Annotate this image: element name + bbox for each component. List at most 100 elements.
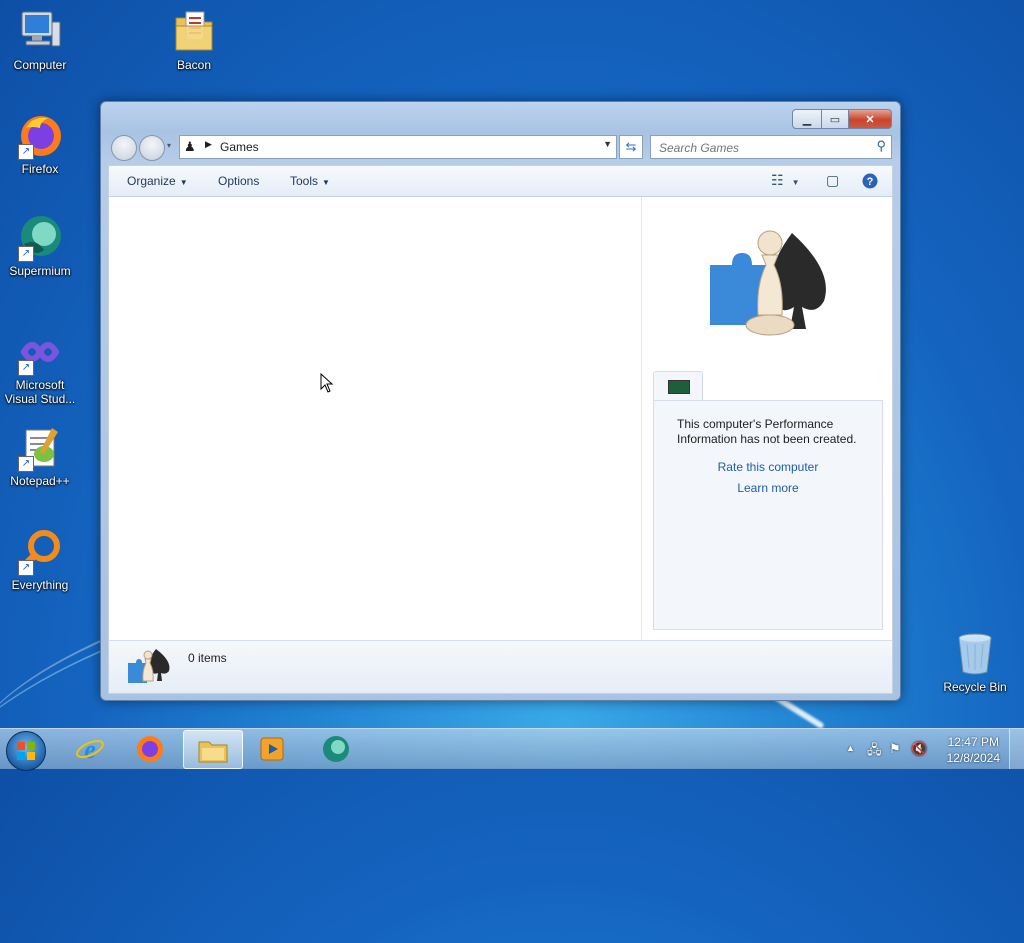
taskbar-media-player[interactable]: [243, 730, 301, 767]
address-bar[interactable]: ♟ ▶ Games ▼: [179, 135, 617, 159]
windows-explorer-icon: [198, 741, 228, 762]
view-list-icon: ☷: [771, 172, 784, 188]
desktop-icon-computer[interactable]: Computer: [0, 8, 80, 72]
show-hidden-icons-button[interactable]: ▲: [846, 743, 855, 753]
windows-logo-icon: [17, 742, 35, 760]
shortcut-arrow-icon: ↗: [18, 144, 34, 160]
performance-tab[interactable]: [653, 371, 703, 402]
network-icon[interactable]: 🖧: [867, 741, 882, 763]
chevron-down-icon: ▼: [179, 178, 188, 187]
desktop-icon-label: Firefox: [21, 162, 59, 176]
supermium-icon: ↗: [16, 214, 64, 262]
shortcut-arrow-icon: ↗: [18, 246, 34, 262]
clock-time: 12:47 PM: [947, 735, 999, 749]
performance-meter-icon: [668, 380, 690, 394]
desktop-icon-notepadpp[interactable]: ↗ Notepad++: [0, 424, 80, 488]
desktop-icon-label: Bacon: [176, 58, 212, 72]
taskbar-supermium[interactable]: [307, 730, 365, 767]
everything-search-icon: ↗: [16, 528, 64, 576]
firefox-icon: [137, 735, 163, 762]
options-label: Options: [218, 174, 260, 188]
taskbar: e ▲ 🖧 ⚑ 🔇 12:47 PM 12/8/2024: [0, 728, 1024, 771]
desktop-icon-label: Microsoft Visual Stud...: [4, 378, 76, 406]
maximize-icon: ▭: [829, 113, 841, 126]
volume-muted-icon[interactable]: 🔇: [911, 741, 927, 757]
taskbar-clock[interactable]: 12:47 PM 12/8/2024: [947, 734, 1000, 766]
organize-menu[interactable]: Organize ▼: [127, 174, 188, 188]
performance-info-panel: This computer's Performance Information …: [653, 400, 883, 630]
caption-buttons: ▁ ▭ ✕: [792, 109, 892, 129]
breadcrumb-games[interactable]: Games: [220, 140, 259, 154]
organize-label: Organize: [127, 174, 176, 188]
desktop-icon-visual-studio[interactable]: ↗ Microsoft Visual Stud...: [0, 328, 80, 406]
chevron-down-icon: ▼: [322, 178, 330, 187]
computer-icon: [16, 8, 64, 56]
close-icon: ✕: [865, 113, 875, 126]
preview-pane-icon: ▢: [826, 172, 840, 188]
desktop-icon-everything[interactable]: ↗ Everything: [0, 528, 80, 592]
games-small-icon: [128, 649, 170, 683]
refresh-icon: ⇆: [625, 139, 637, 154]
desktop-icon-recycle-bin[interactable]: Recycle Bin: [935, 630, 1015, 694]
shortcut-arrow-icon: ↗: [18, 560, 34, 576]
maximize-button[interactable]: ▭: [822, 109, 849, 129]
supermium-icon: [323, 735, 349, 762]
recent-pages-dropdown-icon[interactable]: ▾: [167, 141, 171, 150]
start-button[interactable]: [6, 731, 46, 771]
command-bar: Organize ▼ Options Tools ▼ ☷ ▼ ▢ ?: [108, 165, 893, 197]
desktop-icon-label: Notepad++: [10, 474, 70, 488]
shortcut-arrow-icon: ↗: [18, 456, 34, 472]
folder-icon: [170, 8, 218, 56]
search-input[interactable]: [657, 138, 861, 158]
learn-more-link[interactable]: Learn more: [654, 481, 882, 495]
minimize-button[interactable]: ▁: [792, 109, 822, 129]
games-list-pane[interactable]: [109, 197, 641, 641]
desktop-icon-label: Computer: [13, 58, 67, 72]
svg-text:e: e: [84, 735, 96, 764]
forward-button[interactable]: [139, 135, 165, 161]
firefox-icon: ↗: [16, 112, 64, 160]
svg-text:?: ?: [867, 176, 874, 188]
preview-pane: This computer's Performance Information …: [642, 197, 892, 641]
rate-this-computer-link[interactable]: Rate this computer: [654, 460, 882, 474]
performance-message: This computer's Performance Information …: [677, 417, 857, 446]
navigation-bar: ▾ ♟ ▶ Games ▼ ⇆ ⚲: [109, 134, 892, 161]
notepadpp-icon: ↗: [16, 424, 64, 472]
breadcrumb-separator-icon[interactable]: ▶: [205, 139, 212, 150]
help-button[interactable]: ?: [862, 173, 878, 192]
address-dropdown-icon[interactable]: ▼: [603, 139, 612, 149]
internet-explorer-icon: e: [76, 735, 104, 764]
options-button[interactable]: Options: [218, 174, 259, 188]
taskbar-firefox[interactable]: [121, 730, 179, 767]
search-icon[interactable]: ⚲: [876, 138, 886, 154]
games-folder-icon: ♟: [184, 139, 196, 154]
details-pane: 0 items: [108, 640, 893, 694]
search-box[interactable]: ⚲: [650, 135, 892, 159]
change-view-button[interactable]: ☷ ▼: [771, 172, 799, 189]
desktop-icon-label: Supermium: [9, 264, 71, 278]
close-button[interactable]: ✕: [849, 109, 892, 129]
taskbar-windows-explorer[interactable]: [183, 730, 243, 769]
desktop-icon-supermium[interactable]: ↗ Supermium: [0, 214, 80, 278]
help-icon: ?: [862, 173, 878, 189]
tools-menu[interactable]: Tools ▼: [290, 174, 330, 188]
desktop-icon-firefox[interactable]: ↗ Firefox: [0, 112, 80, 176]
recycle-bin-icon: [951, 630, 999, 678]
preview-pane-button[interactable]: ▢: [826, 172, 839, 189]
content-area: This computer's Performance Information …: [108, 196, 893, 642]
show-desktop-button[interactable]: [1009, 729, 1024, 769]
mouse-cursor-icon: [320, 373, 334, 393]
taskbar-internet-explorer[interactable]: e: [61, 730, 119, 767]
games-explorer-window: ▁ ▭ ✕ ▾ ♟ ▶ Games ▼ ⇆ ⚲ Organize▼ O: [100, 101, 901, 701]
system-tray: ▲ 🖧 ⚑ 🔇 12:47 PM 12/8/2024: [834, 729, 1024, 769]
back-button[interactable]: [111, 135, 137, 161]
shortcut-arrow-icon: ↗: [18, 360, 34, 376]
desktop-icon-bacon[interactable]: Bacon: [154, 8, 234, 72]
desktop-icon-label: Everything: [11, 578, 69, 592]
chevron-down-icon: ▼: [791, 178, 800, 187]
clock-date: 12/8/2024: [946, 751, 1000, 765]
item-count: 0 items: [188, 651, 227, 665]
action-center-flag-icon[interactable]: ⚑: [889, 741, 901, 757]
refresh-button[interactable]: ⇆: [619, 135, 643, 159]
minimize-icon: ▁: [802, 113, 812, 126]
